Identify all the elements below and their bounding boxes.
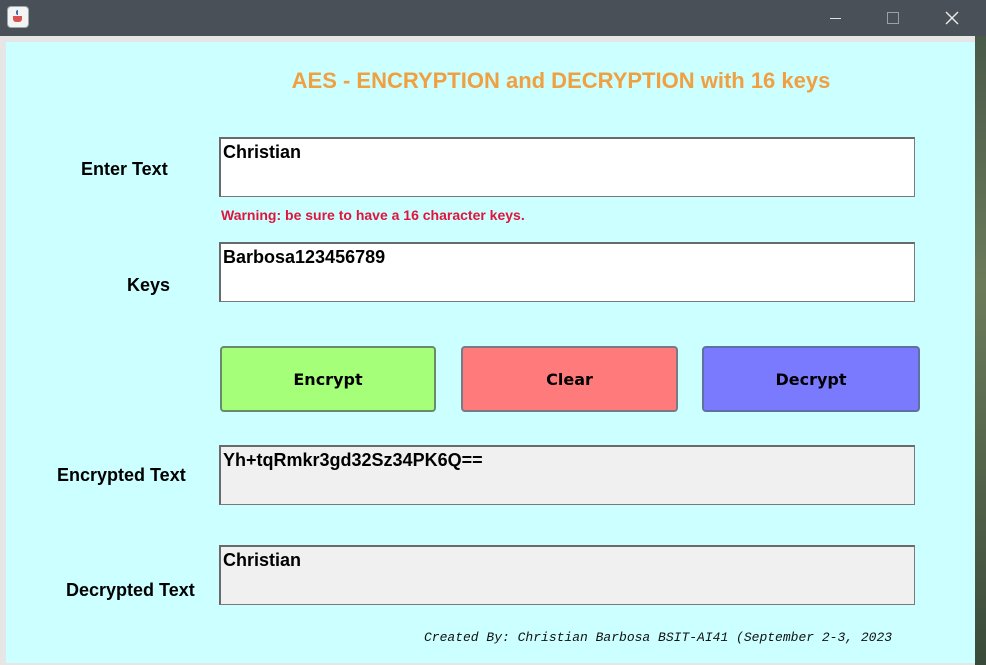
key-length-warning: Warning: be sure to have a 16 character … <box>221 207 525 223</box>
decrypted-text-output[interactable]: Christian <box>219 545 915 605</box>
enter-text-input[interactable]: Christian <box>219 137 915 197</box>
close-button[interactable] <box>929 0 975 36</box>
keys-label: Keys <box>127 275 171 295</box>
encrypted-text-output[interactable]: Yh+tqRmkr3gd32Sz34PK6Q== <box>219 445 915 505</box>
decrypted-text-label: Decrypted Text <box>66 580 195 600</box>
java-cup-icon <box>8 7 28 27</box>
close-icon <box>945 11 959 25</box>
enter-text-label: Enter Text <box>81 159 168 179</box>
main-panel: AES - ENCRYPTION and DECRYPTION with 16 … <box>6 42 975 663</box>
encrypt-button[interactable]: Encrypt <box>220 346 436 412</box>
keys-input[interactable]: Barbosa123456789 <box>219 242 915 302</box>
decrypt-button[interactable]: Decrypt <box>702 346 920 412</box>
minimize-icon <box>829 17 841 19</box>
minimize-button[interactable] <box>812 0 858 36</box>
desktop-background-strip <box>975 36 986 665</box>
app-window: AES - ENCRYPTION and DECRYPTION with 16 … <box>0 0 986 665</box>
page-title: AES - ENCRYPTION and DECRYPTION with 16 … <box>291 68 831 93</box>
encrypted-text-label: Encrypted Text <box>57 465 186 485</box>
clear-button[interactable]: Clear <box>461 346 678 412</box>
maximize-button[interactable] <box>870 0 916 36</box>
maximize-icon <box>887 12 899 24</box>
credit-footer: Created By: Christian Barbosa BSIT-AI41 … <box>424 630 893 645</box>
title-bar[interactable] <box>0 0 986 36</box>
